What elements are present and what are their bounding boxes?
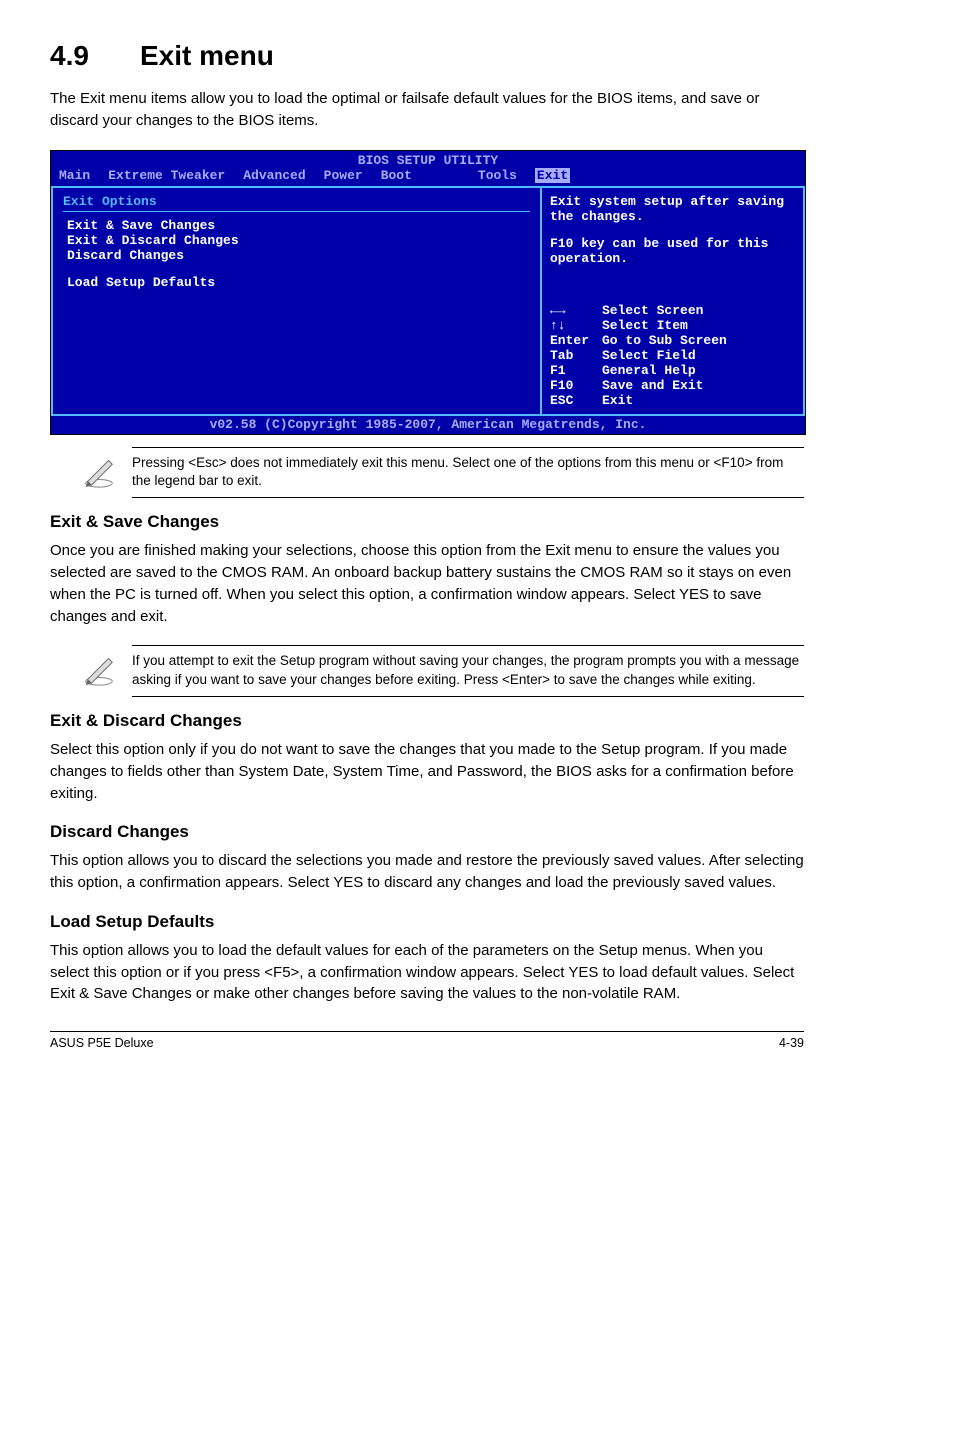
section-title-discard: Discard Changes (50, 822, 804, 842)
note-text-1: Pressing <Esc> does not immediately exit… (132, 447, 804, 499)
bios-key-f1: F1General Help (550, 363, 795, 378)
page-heading: 4.9Exit menu (50, 40, 804, 72)
bios-divider (63, 211, 530, 212)
footer-left: ASUS P5E Deluxe (50, 1036, 154, 1050)
bios-key-name: F1 (550, 363, 602, 378)
bios-key-arrows-ud: ↑↓Select Item (550, 318, 795, 333)
note-block-2: If you attempt to exit the Setup program… (80, 645, 804, 697)
bios-key-name: ESC (550, 393, 602, 408)
section-title-defaults: Load Setup Defaults (50, 912, 804, 932)
bios-key-tab: TabSelect Field (550, 348, 795, 363)
bios-right-pane: Exit system setup after saving the chang… (541, 186, 805, 416)
footer-right: 4-39 (779, 1036, 804, 1050)
section-body-defaults: This option allows you to load the defau… (50, 940, 804, 1005)
bios-item-discard: Discard Changes (63, 248, 530, 263)
bios-key-block: ←→Select Screen ↑↓Select Item EnterGo to… (550, 303, 795, 408)
bios-screenshot: BIOS SETUP UTILITY Main Extreme Tweaker … (50, 150, 806, 435)
bios-key-label: Select Field (602, 348, 696, 363)
heading-title: Exit menu (140, 40, 274, 71)
bios-key-esc: ESCExit (550, 393, 795, 408)
bios-help-text-1: Exit system setup after saving the chang… (550, 194, 795, 224)
bios-key-label: Exit (602, 393, 633, 408)
note-block-1: Pressing <Esc> does not immediately exit… (80, 447, 804, 499)
bios-titlebar: BIOS SETUP UTILITY (51, 151, 805, 168)
arrows-lr-icon: ←→ (550, 303, 602, 318)
bios-tab-power: Power (324, 168, 363, 183)
arrows-ud-icon: ↑↓ (550, 318, 602, 333)
section-body-discard: This option allows you to discard the se… (50, 850, 804, 894)
bios-key-name: Tab (550, 348, 602, 363)
bios-key-f10: F10Save and Exit (550, 378, 795, 393)
bios-tab-main: Main (59, 168, 90, 183)
bios-tab-advanced: Advanced (243, 168, 305, 183)
bios-tab-tweaker: Extreme Tweaker (108, 168, 225, 183)
bios-item-exit-discard: Exit & Discard Changes (63, 233, 530, 248)
bios-item-defaults: Load Setup Defaults (63, 275, 530, 290)
bios-copyright: v02.58 (C)Copyright 1985-2007, American … (51, 416, 805, 434)
bios-tab-spacer (430, 168, 460, 183)
pencil-icon (80, 451, 118, 494)
bios-key-label: Save and Exit (602, 378, 703, 393)
bios-key-enter: EnterGo to Sub Screen (550, 333, 795, 348)
bios-key-label: Select Item (602, 318, 688, 333)
intro-paragraph: The Exit menu items allow you to load th… (50, 88, 804, 132)
section-body-exit-save: Once you are finished making your select… (50, 540, 804, 627)
section-body-exit-discard: Select this option only if you do not wa… (50, 739, 804, 804)
bios-exit-options-title: Exit Options (63, 194, 530, 209)
bios-help-text-2: F10 key can be used for this operation. (550, 236, 795, 266)
note-text-2: If you attempt to exit the Setup program… (132, 645, 804, 697)
section-title-exit-save: Exit & Save Changes (50, 512, 804, 532)
bios-key-label: Select Screen (602, 303, 703, 318)
bios-item-exit-save: Exit & Save Changes (63, 218, 530, 233)
bios-tab-exit: Exit (535, 168, 570, 183)
bios-key-arrows-lr: ←→Select Screen (550, 303, 795, 318)
heading-number: 4.9 (50, 40, 140, 72)
bios-key-label: Go to Sub Screen (602, 333, 727, 348)
page-footer: ASUS P5E Deluxe 4-39 (50, 1031, 804, 1050)
bios-left-pane: Exit Options Exit & Save Changes Exit & … (51, 186, 541, 416)
section-title-exit-discard: Exit & Discard Changes (50, 711, 804, 731)
bios-key-name: Enter (550, 333, 602, 348)
bios-tab-boot: Boot (381, 168, 412, 183)
bios-body: Exit Options Exit & Save Changes Exit & … (51, 186, 805, 416)
bios-key-name: F10 (550, 378, 602, 393)
bios-key-label: General Help (602, 363, 696, 378)
pencil-icon (80, 649, 118, 692)
bios-tab-tools: Tools (478, 168, 517, 183)
bios-tab-row: Main Extreme Tweaker Advanced Power Boot… (51, 168, 805, 186)
